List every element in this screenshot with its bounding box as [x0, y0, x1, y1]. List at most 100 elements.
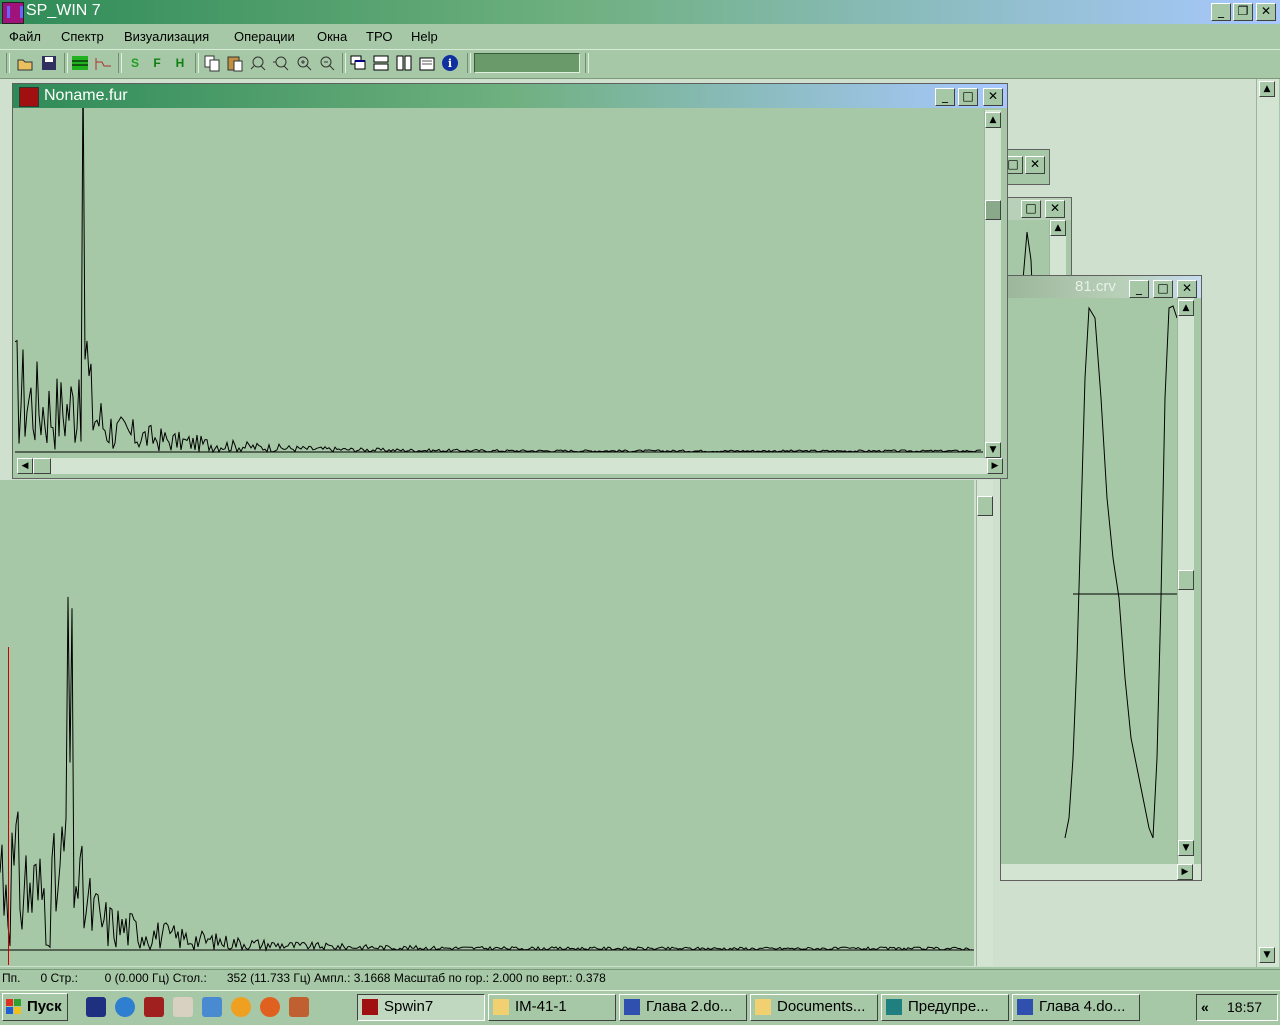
h-icon[interactable]: H	[171, 54, 189, 72]
toolbar-grip	[6, 53, 10, 73]
horizontal-scrollbar[interactable]: ▶	[1001, 864, 1201, 880]
tile-horizontal-icon[interactable]	[372, 54, 390, 72]
menu-help[interactable]: Help	[411, 29, 438, 44]
windows-logo-icon	[6, 999, 22, 1015]
scroll-thumb[interactable]	[33, 458, 51, 474]
clock: 18:57	[1227, 999, 1263, 1015]
menu-tro[interactable]: ТРО	[366, 29, 392, 44]
taskbar-item-word-ch4[interactable]: Глава 4.do...	[1012, 994, 1140, 1021]
acrobat-icon[interactable]	[144, 997, 164, 1017]
scroll-thumb[interactable]	[977, 496, 993, 516]
mdi-vertical-scrollbar[interactable]: ▲ ▼	[1256, 79, 1279, 967]
minimize-button[interactable]: _	[1211, 3, 1231, 21]
maximize-button[interactable]: □	[958, 88, 978, 106]
save-quicklaunch-icon[interactable]	[86, 997, 106, 1017]
open-icon[interactable]	[16, 54, 34, 72]
app-icon[interactable]	[2, 2, 24, 24]
info-icon[interactable]: i	[441, 54, 459, 72]
restore-button[interactable]: ❐	[1233, 3, 1253, 21]
scroll-up-button[interactable]: ▲	[1259, 81, 1275, 97]
app-quicklaunch-icon[interactable]	[289, 997, 309, 1017]
scroll-up-button[interactable]: ▲	[1050, 220, 1066, 236]
start-button[interactable]: Пуск	[2, 993, 68, 1021]
close-button[interactable]: ✕	[1025, 156, 1045, 174]
taskbar-item-folder[interactable]: IM-41-1	[488, 994, 616, 1021]
scroll-down-button[interactable]: ▼	[985, 442, 1001, 458]
scroll-right-button[interactable]: ▶	[987, 458, 1003, 474]
vertical-scrollbar[interactable]: ▲ ▼	[1177, 298, 1194, 864]
scroll-thumb[interactable]	[1178, 570, 1194, 590]
scroll-up-button[interactable]: ▲	[1178, 300, 1194, 316]
close-button[interactable]: ✕	[1045, 200, 1065, 218]
task-label: Глава 4.do...	[1039, 998, 1126, 1015]
scroll-thumb[interactable]	[985, 200, 1001, 220]
toolbar-separator	[195, 53, 199, 73]
maximize-button[interactable]: □	[1153, 280, 1173, 298]
word-icon	[624, 999, 640, 1015]
child-window-back-3[interactable]: 81.crv _ □ ✕ ▲ ▼ ▶	[1000, 275, 1202, 881]
zoom-x-icon[interactable]	[272, 54, 290, 72]
window-title: Noname.fur	[44, 87, 128, 104]
close-button[interactable]: ✕	[1177, 280, 1197, 298]
f-icon[interactable]: F	[148, 54, 166, 72]
window-title-bar: Noname.fur	[13, 84, 1007, 108]
toolbar: S F H i	[0, 49, 1280, 79]
spectrum-plot[interactable]	[15, 108, 983, 456]
window-title: 81.crv	[1075, 278, 1116, 295]
tile-vertical-icon[interactable]	[395, 54, 413, 72]
minimize-button[interactable]: _	[1129, 280, 1149, 298]
spectrum-grid-icon[interactable]	[71, 54, 89, 72]
vertical-scrollbar-lower[interactable]	[976, 480, 993, 966]
menu-operations[interactable]: Операции	[234, 29, 295, 44]
scroll-left-button[interactable]: ◀	[17, 458, 33, 474]
close-button[interactable]: ✕	[1256, 3, 1276, 21]
spectrum-trace	[0, 596, 973, 952]
taskbar-item-spwin7[interactable]: Spwin7	[357, 994, 485, 1021]
toolbar-separator	[118, 53, 122, 73]
menu-windows[interactable]: Окна	[317, 29, 347, 44]
toolbar-separator	[342, 53, 346, 73]
minimize-button[interactable]: _	[935, 88, 955, 106]
firefox-icon[interactable]	[260, 997, 280, 1017]
tray-expand-button[interactable]: «	[1201, 999, 1209, 1015]
menu-file[interactable]: Файл	[9, 29, 41, 44]
task-label: Documents...	[777, 998, 866, 1015]
toolbar-separator	[467, 53, 471, 73]
maximize-button[interactable]: □	[1021, 200, 1041, 218]
s-icon[interactable]: S	[126, 54, 144, 72]
horizontal-scrollbar[interactable]: ◀ ▶	[17, 458, 1003, 474]
taskbar-item-documents[interactable]: Documents...	[750, 994, 878, 1021]
taskbar-item-word-ch2[interactable]: Глава 2.do...	[619, 994, 747, 1021]
paste-icon[interactable]	[226, 54, 244, 72]
menu-bar: Файл Спектр Визуализация Операции Окна Т…	[0, 25, 1280, 49]
zoom-in-icon[interactable]	[295, 54, 313, 72]
app-title: SP_WIN 7	[26, 2, 101, 19]
menu-visualization[interactable]: Визуализация	[124, 29, 209, 44]
filter-icon[interactable]	[94, 54, 112, 72]
internet-explorer-icon[interactable]	[115, 997, 135, 1017]
zoom-fit-icon[interactable]	[249, 54, 267, 72]
tools-icon[interactable]	[173, 997, 193, 1017]
document-icon[interactable]	[19, 87, 39, 107]
scroll-down-button[interactable]: ▼	[1259, 947, 1275, 963]
desktop-icon[interactable]	[202, 997, 222, 1017]
spectrum-plot-lower[interactable]	[0, 480, 974, 966]
scroll-down-button[interactable]: ▼	[1178, 840, 1194, 856]
svg-text:i: i	[448, 57, 452, 70]
folder-icon	[493, 999, 509, 1015]
save-icon[interactable]	[40, 54, 58, 72]
zoom-out-icon[interactable]	[318, 54, 336, 72]
taskbar-item-warning[interactable]: Предупре...	[881, 994, 1009, 1021]
child-window-noname[interactable]: Noname.fur _ □ ✕ ▲ ▼ ◀ ▶	[12, 83, 1008, 479]
system-tray: « 18:57	[1196, 994, 1278, 1021]
scroll-right-button[interactable]: ▶	[1177, 864, 1193, 880]
scroll-up-button[interactable]: ▲	[985, 112, 1001, 128]
settings-icon[interactable]	[418, 54, 436, 72]
menu-spectrum[interactable]: Спектр	[61, 29, 104, 44]
media-player-icon[interactable]	[231, 997, 251, 1017]
cursor-marker[interactable]	[8, 647, 9, 965]
copy-icon[interactable]	[203, 54, 221, 72]
vertical-scrollbar[interactable]: ▲ ▼	[984, 110, 1001, 458]
cascade-icon[interactable]	[349, 54, 367, 72]
close-button[interactable]: ✕	[983, 88, 1003, 106]
